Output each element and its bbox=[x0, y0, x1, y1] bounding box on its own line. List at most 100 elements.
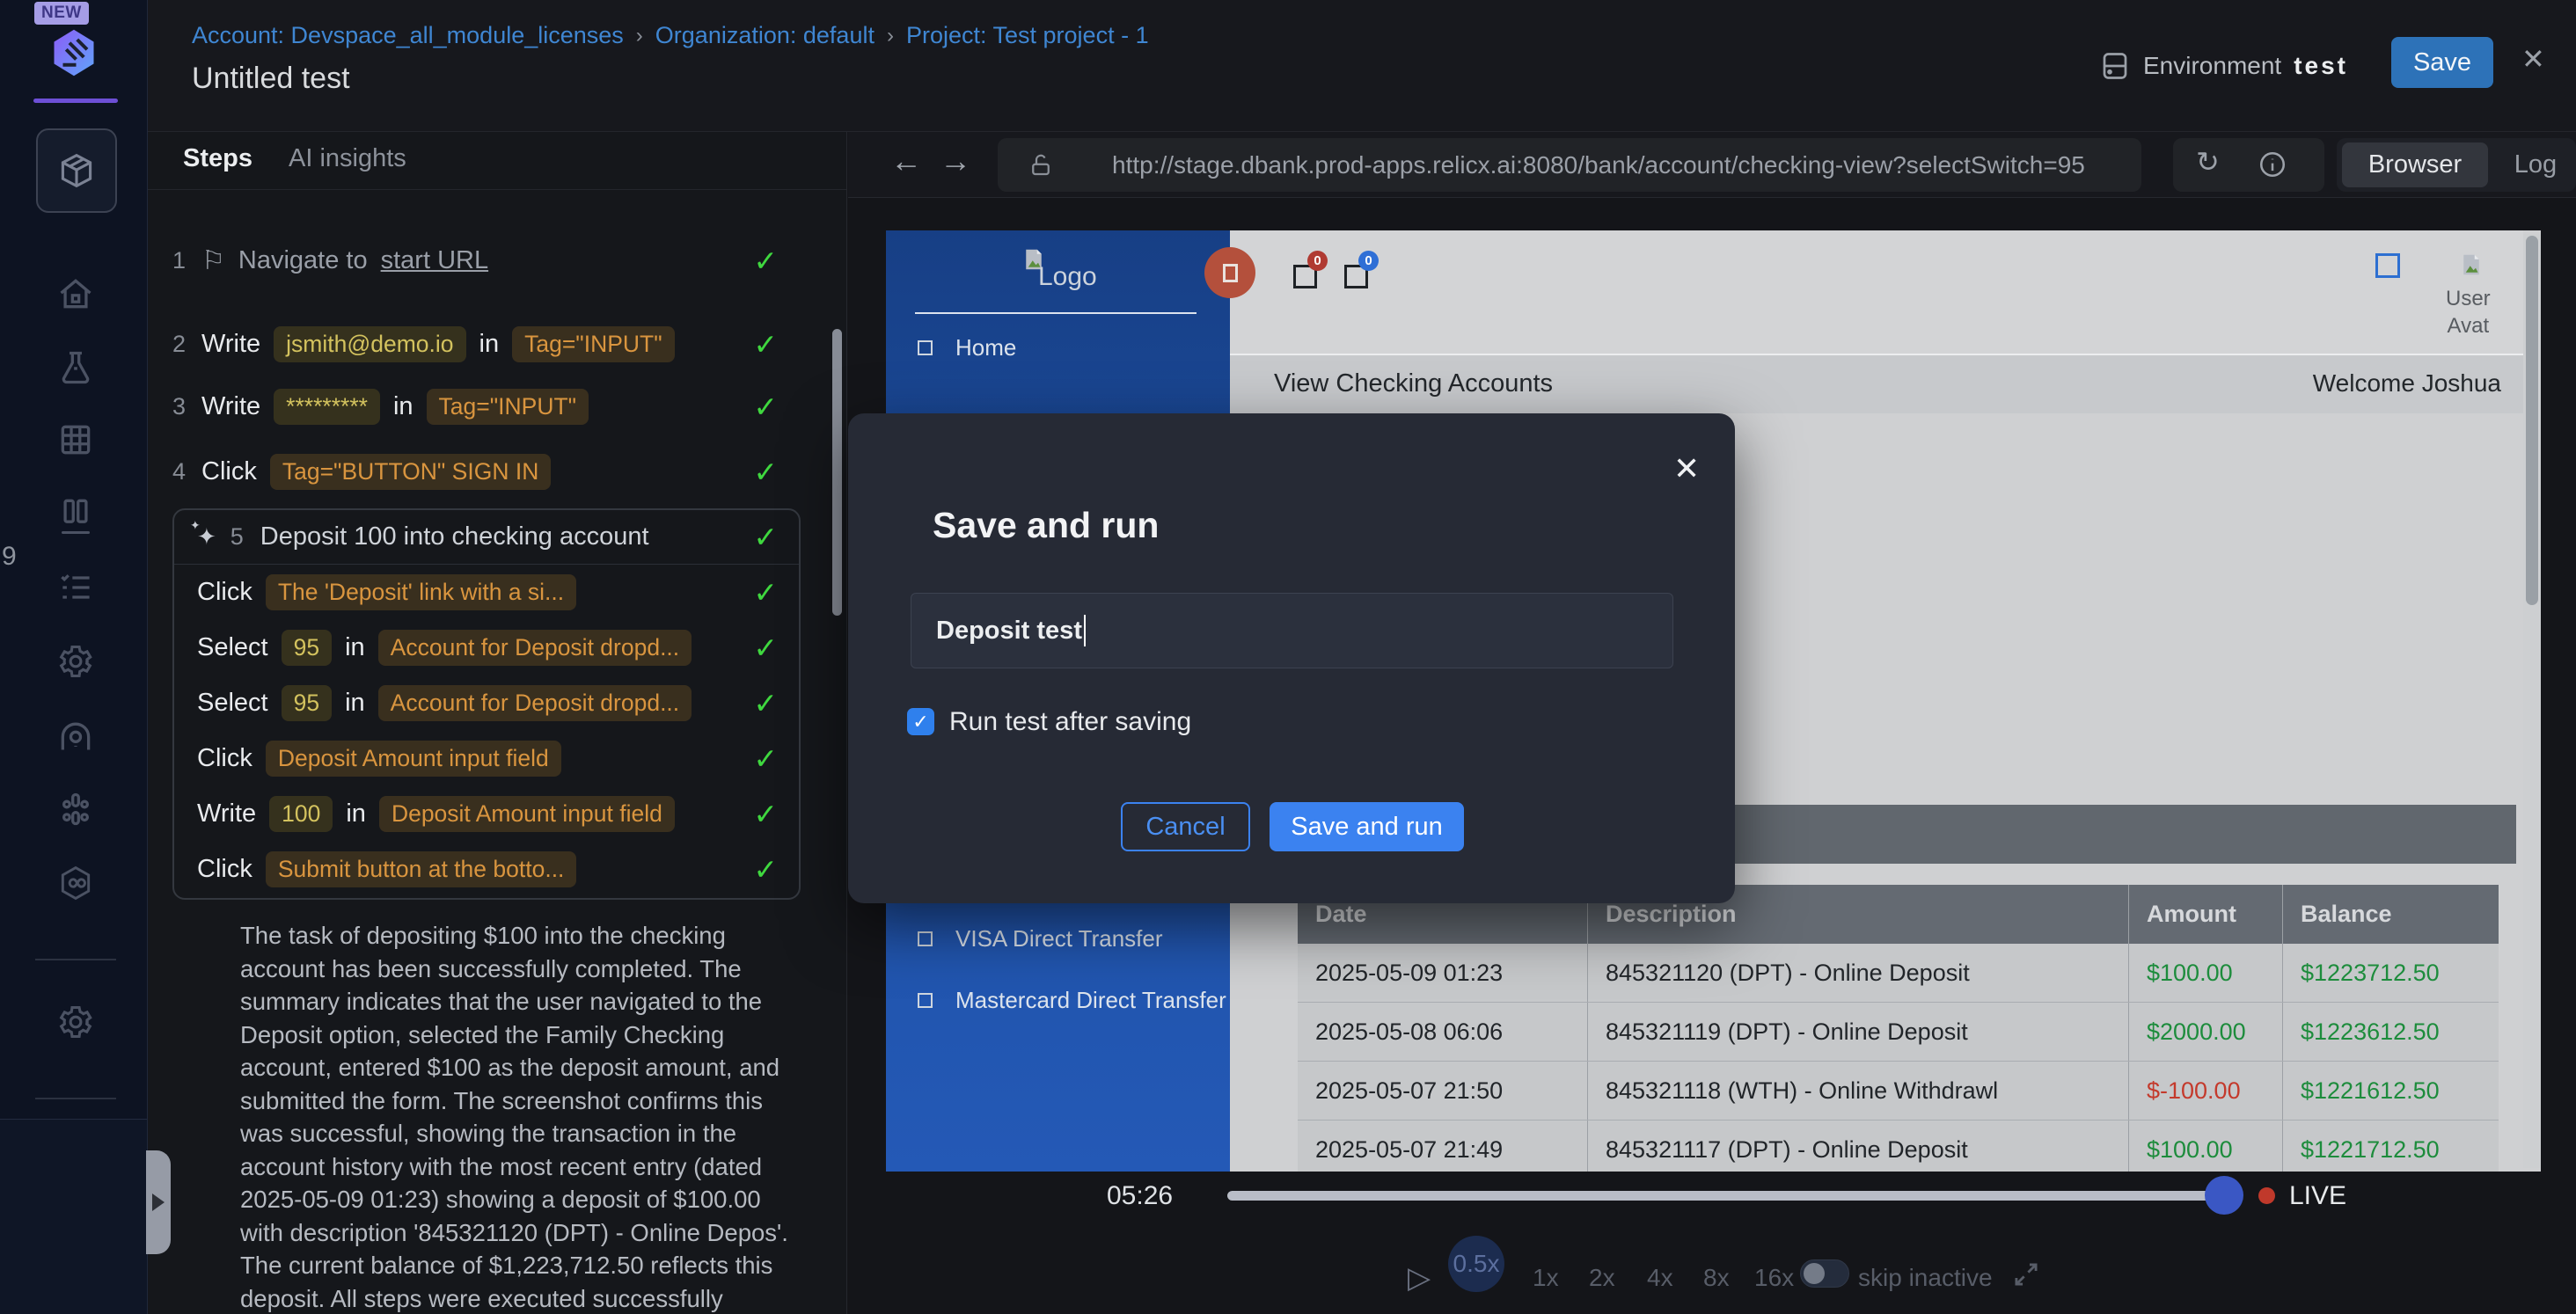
info-icon[interactable] bbox=[2258, 150, 2287, 179]
bank-scrollbar-thumb[interactable] bbox=[2526, 236, 2538, 605]
box-icon bbox=[57, 151, 96, 190]
toolbar-actions: ↻ bbox=[2173, 138, 2324, 192]
skip-inactive-toggle[interactable] bbox=[1800, 1259, 1849, 1288]
column-header: Amount bbox=[2129, 885, 2283, 944]
sidebar-item-checklist[interactable] bbox=[55, 567, 96, 608]
bank-nav-visa-transfer[interactable]: VISA Direct Transfer bbox=[918, 925, 1163, 953]
substep-list: Click The 'Deposit' link with a si... Se… bbox=[174, 565, 799, 897]
environment-label: Environment bbox=[2143, 52, 2281, 80]
step-row-1[interactable]: 1 ⚐ Navigate to start URL bbox=[172, 236, 799, 285]
expand-icon[interactable] bbox=[2009, 1258, 2043, 1291]
step-row-4[interactable]: 4 Click Tag="BUTTON" SIGN IN bbox=[172, 447, 799, 496]
bank-topbar-button[interactable] bbox=[2375, 253, 2400, 278]
save-button[interactable]: Save bbox=[2391, 37, 2493, 88]
environment-value: test bbox=[2294, 52, 2348, 80]
playback-handle[interactable] bbox=[2205, 1176, 2243, 1215]
cell-description: 845321120 (DPT) - Online Deposit bbox=[1588, 944, 2129, 1002]
bank-nav-label: Mastercard Direct Transfer bbox=[955, 987, 1226, 1014]
sidebar-item-links[interactable] bbox=[55, 863, 96, 903]
check-icon bbox=[753, 741, 778, 776]
back-icon[interactable]: ← bbox=[890, 142, 922, 179]
tab-steps[interactable]: Steps bbox=[183, 144, 252, 173]
save-and-run-button[interactable]: Save and run bbox=[1270, 802, 1464, 851]
step-connector: in bbox=[345, 689, 365, 718]
start-url-link[interactable]: start URL bbox=[381, 246, 488, 275]
cell-description: 845321119 (DPT) - Online Deposit bbox=[1588, 1003, 2129, 1061]
square-bullet-icon bbox=[918, 340, 933, 355]
environment-selector[interactable]: Environment test bbox=[2099, 40, 2348, 92]
step-group-header[interactable]: 5 Deposit 100 into checking account bbox=[174, 510, 799, 565]
steps-scrollbar[interactable] bbox=[832, 329, 842, 616]
step-target-chip: Account for Deposit dropd... bbox=[378, 630, 692, 666]
step-row-2[interactable]: 2 Write jsmith@demo.io in Tag="INPUT" bbox=[172, 319, 799, 369]
bank-user-avatar-broken[interactable]: User Avat bbox=[2446, 252, 2491, 339]
gear-icon bbox=[56, 642, 95, 681]
sidebar-item-settings-bottom[interactable] bbox=[55, 1002, 96, 1042]
speed-2x[interactable]: 2x bbox=[1589, 1264, 1615, 1292]
square-bullet-icon bbox=[918, 993, 933, 1008]
bank-notification-2[interactable]: 0 bbox=[1344, 265, 1368, 288]
sidebar-item-support[interactable] bbox=[55, 715, 96, 756]
url-bar[interactable]: http://stage.dbank.prod-apps.relicx.ai:8… bbox=[998, 138, 2141, 192]
sidebar-item-box[interactable] bbox=[36, 128, 117, 213]
bank-menu-button[interactable] bbox=[1204, 247, 1255, 298]
close-icon[interactable]: ✕ bbox=[2521, 42, 2545, 76]
tab-log[interactable]: Log bbox=[2500, 142, 2571, 187]
sidebar-item-settings[interactable] bbox=[55, 641, 96, 682]
playback-progress-bar[interactable] bbox=[1227, 1191, 2230, 1201]
substep-row[interactable]: Click The 'Deposit' link with a si... bbox=[174, 565, 799, 620]
panel-collapse-handle[interactable] bbox=[146, 1150, 171, 1254]
speed-0.5x[interactable]: 0.5x bbox=[1448, 1236, 1504, 1292]
step-connector: in bbox=[346, 799, 366, 829]
checkbox-label: Run test after saving bbox=[949, 707, 1191, 737]
step-action: Click bbox=[201, 457, 257, 486]
substep-row[interactable]: Write 100 in Deposit Amount input field bbox=[174, 786, 799, 842]
sidebar-item-home[interactable] bbox=[55, 274, 96, 314]
bank-nav-label: Home bbox=[955, 334, 1016, 361]
substep-row[interactable]: Click Submit button at the botto... bbox=[174, 842, 799, 897]
flask-icon bbox=[56, 348, 95, 387]
tab-ai-insights[interactable]: AI insights bbox=[289, 144, 406, 173]
bank-scrollbar[interactable] bbox=[2523, 234, 2541, 1168]
speed-4x[interactable]: 4x bbox=[1647, 1264, 1673, 1292]
modal-close-icon[interactable]: ✕ bbox=[1673, 450, 1700, 487]
sidebar-item-integrations[interactable] bbox=[55, 789, 96, 829]
relicx-logo-icon[interactable] bbox=[46, 26, 102, 79]
sidebar-item-lab[interactable] bbox=[55, 347, 96, 388]
refresh-icon[interactable]: ↻ bbox=[2196, 145, 2220, 179]
substep-row[interactable]: Select 95 in Account for Deposit dropd..… bbox=[174, 675, 799, 731]
check-icon bbox=[753, 797, 778, 831]
bank-logo-alt-text: Logo bbox=[1038, 262, 1097, 292]
bank-nav-mastercard-transfer[interactable]: Mastercard Direct Transfer bbox=[918, 987, 1226, 1014]
substep-row[interactable]: Click Deposit Amount input field bbox=[174, 731, 799, 786]
speed-1x[interactable]: 1x bbox=[1533, 1264, 1559, 1292]
step-row-3[interactable]: 3 Write ********* in Tag="INPUT" bbox=[172, 382, 799, 431]
breadcrumb-account[interactable]: Account: Devspace_all_module_licenses bbox=[192, 22, 624, 49]
speed-8x[interactable]: 8x bbox=[1703, 1264, 1730, 1292]
save-and-run-modal: ✕ Save and run Deposit test Run test aft… bbox=[848, 413, 1735, 903]
cell-balance: $1223612.50 bbox=[2283, 1003, 2499, 1061]
tab-browser[interactable]: Browser bbox=[2342, 142, 2488, 187]
step-value-chip: 95 bbox=[282, 685, 332, 721]
substep-row[interactable]: Select 95 in Account for Deposit dropd..… bbox=[174, 620, 799, 675]
speed-16x[interactable]: 16x bbox=[1754, 1264, 1794, 1292]
cancel-button[interactable]: Cancel bbox=[1121, 802, 1250, 851]
new-badge: NEW bbox=[34, 2, 89, 25]
flag-icon: ⚐ bbox=[201, 245, 225, 276]
check-icon bbox=[753, 686, 778, 720]
sidebar-item-grid[interactable] bbox=[55, 420, 96, 460]
sidebar-item-library[interactable] bbox=[55, 493, 96, 534]
breadcrumb-project[interactable]: Project: Test project - 1 bbox=[906, 22, 1149, 49]
play-icon[interactable] bbox=[1408, 1260, 1431, 1296]
cell-date: 2025-05-07 21:49 bbox=[1298, 1121, 1588, 1172]
run-after-saving-checkbox[interactable] bbox=[907, 708, 934, 735]
forward-icon[interactable]: → bbox=[940, 142, 971, 179]
breadcrumb-organization[interactable]: Organization: default bbox=[655, 22, 875, 49]
sparkle-icon bbox=[197, 523, 216, 551]
test-name-input[interactable]: Deposit test bbox=[911, 593, 1673, 668]
stray-character: 9 bbox=[2, 542, 17, 572]
bank-notification-1[interactable]: 0 bbox=[1293, 265, 1317, 288]
step-number: 1 bbox=[172, 247, 188, 274]
bank-nav-home[interactable]: Home bbox=[918, 334, 1016, 361]
bank-topbar: 0 0 User Avat bbox=[1230, 230, 2523, 354]
